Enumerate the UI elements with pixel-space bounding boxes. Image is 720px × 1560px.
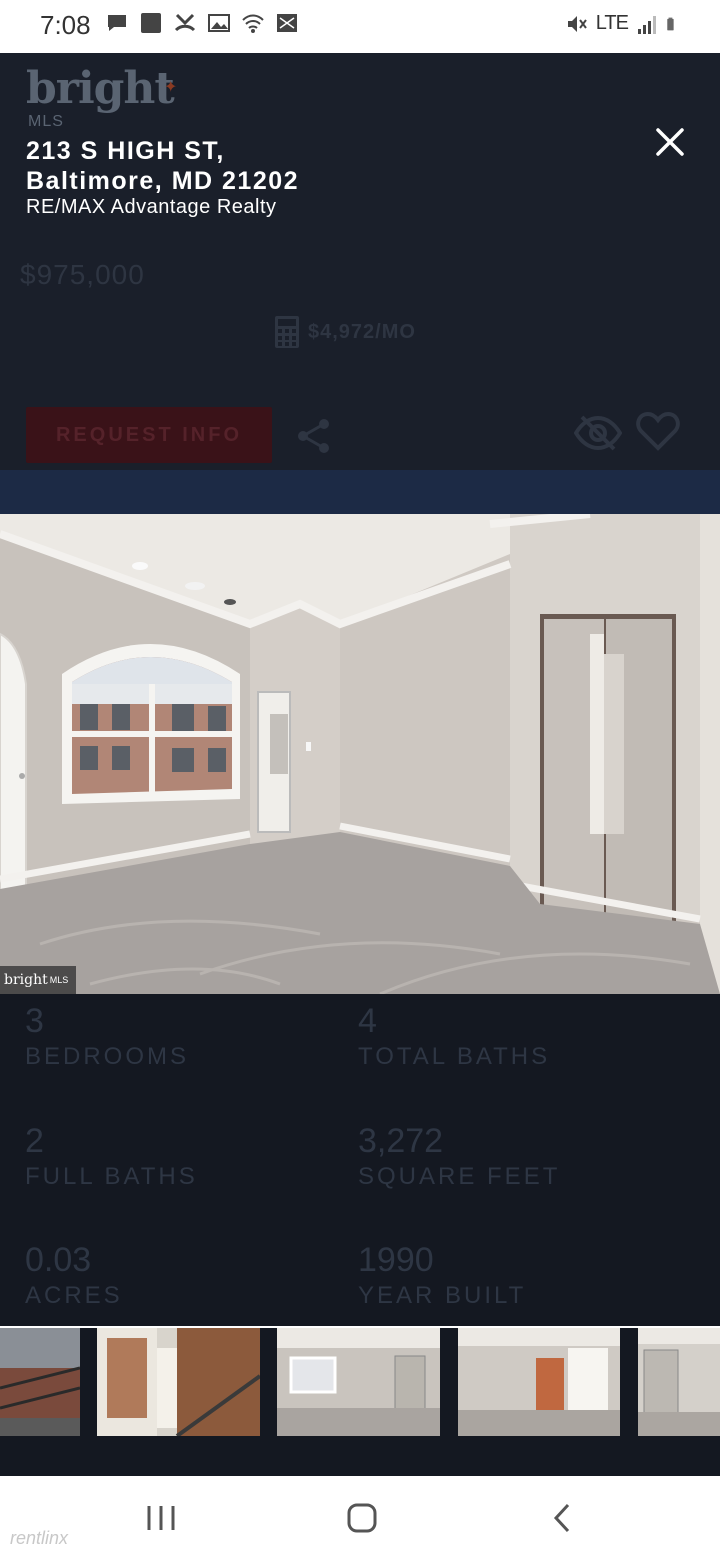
heart-icon[interactable] (636, 411, 680, 451)
wifi-icon (242, 14, 264, 33)
square-icon (141, 13, 161, 33)
signal-icon (638, 15, 656, 34)
stat-full-baths: 2 FULL BATHS (25, 1122, 198, 1190)
thumbnail-5[interactable] (638, 1328, 720, 1436)
stat-bedrooms: 3 BEDROOMS (25, 1002, 190, 1070)
address-line-1: 213 S HIGH ST, (26, 137, 225, 165)
hide-icon[interactable] (574, 413, 622, 453)
stat-square-feet: 3,272 SQUARE FEET (358, 1122, 561, 1190)
listing-header: bright ✦ MLS $975,000 $4,972/MO REQUEST … (0, 53, 720, 470)
calculator-icon (275, 316, 299, 348)
rentlinx-watermark: rentlinx (10, 1528, 69, 1548)
thumbnail-4[interactable] (458, 1328, 620, 1436)
section-band (0, 470, 720, 514)
stat-year-built: 1990 YEAR BUILT (358, 1241, 527, 1309)
listing-price: $975,000 (20, 259, 145, 290)
stat-total-baths: 4 TOTAL BATHS (358, 1002, 551, 1070)
back-icon[interactable] (552, 1502, 572, 1534)
thumbnail-3[interactable] (277, 1328, 440, 1436)
photo-watermark: bright MLS (0, 966, 76, 994)
battery-icon (667, 17, 674, 30)
thumbnail-strip (0, 1328, 720, 1436)
request-info-button[interactable]: REQUEST INFO (26, 407, 272, 463)
close-icon[interactable] (652, 124, 688, 160)
listing-photo[interactable] (0, 514, 720, 994)
monthly-payment-value: $4,972/MO (308, 320, 416, 343)
address-line-2: Baltimore, MD 21202 (26, 167, 300, 195)
photo-icon (277, 14, 297, 32)
status-system-icons: LTE (566, 12, 680, 35)
home-icon[interactable] (346, 1502, 378, 1534)
listing-address: 213 S HIGH ST, Baltimore, MD 21202 (26, 136, 299, 196)
bottom-shade (0, 1436, 720, 1476)
monthly-payment[interactable]: $4,972/MO (274, 315, 416, 349)
android-nav-bar: rentlinx (0, 1476, 720, 1560)
mute-icon (567, 15, 587, 32)
stat-acres: 0.03 ACRES (25, 1241, 123, 1309)
network-label: LTE (595, 12, 629, 34)
status-bar: 7:08 LTE (0, 0, 720, 53)
thumbnail-1[interactable] (0, 1328, 80, 1436)
bright-mls-logo: bright ✦ MLS (26, 63, 178, 130)
property-stats: 3 BEDROOMS 4 TOTAL BATHS 2 FULL BATHS 3,… (0, 994, 720, 1326)
status-time: 7:08 (40, 10, 91, 40)
image-icon (208, 14, 230, 32)
missed-call-icon (174, 13, 196, 32)
chat-icon (108, 15, 126, 31)
thumbnail-2[interactable] (97, 1328, 260, 1436)
status-notification-icons (106, 12, 298, 34)
share-icon[interactable] (296, 417, 332, 455)
recents-icon[interactable] (145, 1504, 177, 1532)
listing-broker: RE/MAX Advantage Realty (26, 196, 277, 218)
